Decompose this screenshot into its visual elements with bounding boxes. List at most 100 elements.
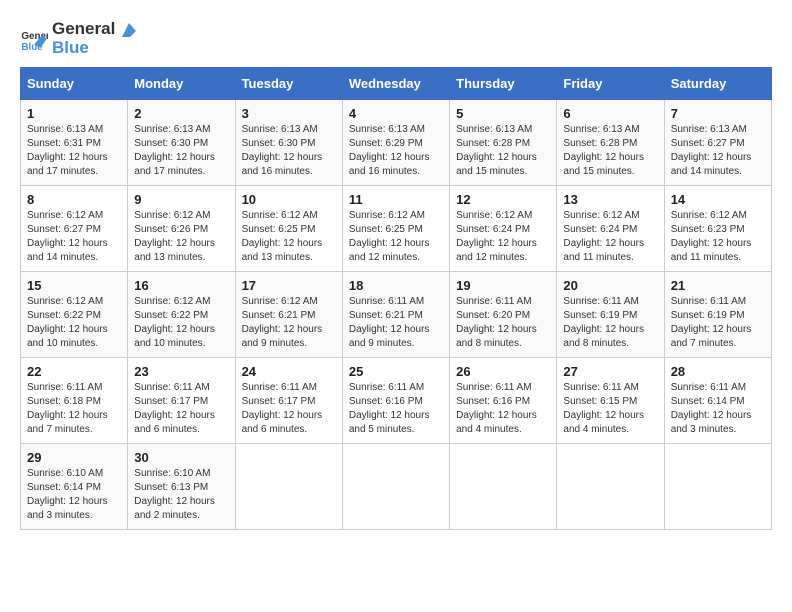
calendar-day-18: 18 Sunrise: 6:11 AMSunset: 6:21 PMDayligh… — [342, 272, 449, 358]
day-info: Sunrise: 6:12 AMSunset: 6:23 PMDaylight:… — [671, 210, 752, 263]
day-number: 5 — [456, 106, 550, 121]
day-info: Sunrise: 6:12 AMSunset: 6:25 PMDaylight:… — [242, 210, 323, 263]
col-saturday: Saturday — [664, 68, 771, 100]
day-info: Sunrise: 6:13 AMSunset: 6:28 PMDaylight:… — [563, 124, 644, 177]
day-info: Sunrise: 6:10 AMSunset: 6:13 PMDaylight:… — [134, 468, 215, 521]
day-number: 11 — [349, 192, 443, 207]
day-number: 13 — [563, 192, 657, 207]
day-number: 9 — [134, 192, 228, 207]
day-number: 24 — [242, 364, 336, 379]
calendar-table: Sunday Monday Tuesday Wednesday Thursday… — [20, 67, 772, 530]
calendar-week-5: 29 Sunrise: 6:10 AMSunset: 6:14 PMDayligh… — [21, 444, 772, 530]
calendar-day-16: 16Sunrise: 6:12 AMSunset: 6:22 PMDayligh… — [128, 272, 235, 358]
calendar-day-12: 12 Sunrise: 6:12 AMSunset: 6:24 PMDayligh… — [450, 186, 557, 272]
calendar-day-14: 14 Sunrise: 6:12 AMSunset: 6:23 PMDayligh… — [664, 186, 771, 272]
logo: General Blue General Blue — [20, 20, 138, 57]
day-number: 8 — [27, 192, 121, 207]
day-number: 19 — [456, 278, 550, 293]
calendar-day-19: 19 Sunrise: 6:11 AMSunset: 6:20 PMDayligh… — [450, 272, 557, 358]
col-monday: Monday — [128, 68, 235, 100]
col-tuesday: Tuesday — [235, 68, 342, 100]
calendar-empty — [450, 444, 557, 530]
day-info: Sunrise: 6:11 AMSunset: 6:20 PMDaylight:… — [456, 296, 537, 349]
calendar-empty — [342, 444, 449, 530]
calendar-day-9: 9Sunrise: 6:12 AMSunset: 6:26 PMDaylight… — [128, 186, 235, 272]
calendar-empty — [664, 444, 771, 530]
day-info: Sunrise: 6:12 AMSunset: 6:24 PMDaylight:… — [563, 210, 644, 263]
day-number: 22 — [27, 364, 121, 379]
day-number: 6 — [563, 106, 657, 121]
day-info: Sunrise: 6:11 AMSunset: 6:18 PMDaylight:… — [27, 382, 108, 435]
calendar-day-13: 13 Sunrise: 6:12 AMSunset: 6:24 PMDayligh… — [557, 186, 664, 272]
day-number: 25 — [349, 364, 443, 379]
svg-text:Blue: Blue — [21, 42, 43, 53]
calendar-week-2: 8 Sunrise: 6:12 AMSunset: 6:27 PMDaylight… — [21, 186, 772, 272]
calendar-day-4: 4Sunrise: 6:13 AMSunset: 6:29 PMDaylight… — [342, 100, 449, 186]
calendar-day-5: 5 Sunrise: 6:13 AMSunset: 6:28 PMDaylight… — [450, 100, 557, 186]
calendar-day-20: 20 Sunrise: 6:11 AMSunset: 6:19 PMDayligh… — [557, 272, 664, 358]
calendar-week-4: 22 Sunrise: 6:11 AMSunset: 6:18 PMDayligh… — [21, 358, 772, 444]
logo-wordmark: General Blue — [52, 20, 138, 57]
calendar-day-21: 21Sunrise: 6:11 AMSunset: 6:19 PMDayligh… — [664, 272, 771, 358]
day-number: 20 — [563, 278, 657, 293]
day-info: Sunrise: 6:11 AMSunset: 6:17 PMDaylight:… — [242, 382, 323, 435]
day-number: 1 — [27, 106, 121, 121]
day-number: 28 — [671, 364, 765, 379]
day-info: Sunrise: 6:11 AMSunset: 6:17 PMDaylight:… — [134, 382, 215, 435]
day-info: Sunrise: 6:11 AMSunset: 6:15 PMDaylight:… — [563, 382, 644, 435]
day-number: 17 — [242, 278, 336, 293]
day-info: Sunrise: 6:13 AMSunset: 6:29 PMDaylight:… — [349, 124, 430, 177]
day-number: 16 — [134, 278, 228, 293]
day-number: 23 — [134, 364, 228, 379]
calendar-day-11: 11 Sunrise: 6:12 AMSunset: 6:25 PMDayligh… — [342, 186, 449, 272]
header-row: Sunday Monday Tuesday Wednesday Thursday… — [21, 68, 772, 100]
calendar-day-26: 26 Sunrise: 6:11 AMSunset: 6:16 PMDayligh… — [450, 358, 557, 444]
day-info: Sunrise: 6:11 AMSunset: 6:19 PMDaylight:… — [671, 296, 752, 349]
day-number: 26 — [456, 364, 550, 379]
calendar-body: 1Sunrise: 6:13 AMSunset: 6:31 PMDaylight… — [21, 100, 772, 530]
calendar-day-24: 24 Sunrise: 6:11 AMSunset: 6:17 PMDayligh… — [235, 358, 342, 444]
day-info: Sunrise: 6:13 AMSunset: 6:27 PMDaylight:… — [671, 124, 752, 177]
calendar-day-29: 29 Sunrise: 6:10 AMSunset: 6:14 PMDayligh… — [21, 444, 128, 530]
calendar-day-22: 22 Sunrise: 6:11 AMSunset: 6:18 PMDayligh… — [21, 358, 128, 444]
calendar-day-6: 6 Sunrise: 6:13 AMSunset: 6:28 PMDaylight… — [557, 100, 664, 186]
calendar-week-3: 15 Sunrise: 6:12 AMSunset: 6:22 PMDayligh… — [21, 272, 772, 358]
day-info: Sunrise: 6:11 AMSunset: 6:19 PMDaylight:… — [563, 296, 644, 349]
day-info: Sunrise: 6:11 AMSunset: 6:21 PMDaylight:… — [349, 296, 430, 349]
calendar-day-28: 28Sunrise: 6:11 AMSunset: 6:14 PMDayligh… — [664, 358, 771, 444]
header: General Blue General Blue — [20, 20, 772, 57]
calendar-day-27: 27Sunrise: 6:11 AMSunset: 6:15 PMDayligh… — [557, 358, 664, 444]
day-number: 14 — [671, 192, 765, 207]
calendar-day-25: 25 Sunrise: 6:11 AMSunset: 6:16 PMDayligh… — [342, 358, 449, 444]
day-info: Sunrise: 6:12 AMSunset: 6:22 PMDaylight:… — [27, 296, 108, 349]
calendar-empty — [235, 444, 342, 530]
calendar-day-30: 30Sunrise: 6:10 AMSunset: 6:13 PMDayligh… — [128, 444, 235, 530]
calendar-header: Sunday Monday Tuesday Wednesday Thursday… — [21, 68, 772, 100]
day-info: Sunrise: 6:12 AMSunset: 6:24 PMDaylight:… — [456, 210, 537, 263]
day-number: 3 — [242, 106, 336, 121]
day-info: Sunrise: 6:12 AMSunset: 6:25 PMDaylight:… — [349, 210, 430, 263]
col-friday: Friday — [557, 68, 664, 100]
day-number: 29 — [27, 450, 121, 465]
day-number: 18 — [349, 278, 443, 293]
day-number: 15 — [27, 278, 121, 293]
day-number: 7 — [671, 106, 765, 121]
day-info: Sunrise: 6:11 AMSunset: 6:16 PMDaylight:… — [349, 382, 430, 435]
calendar-day-8: 8 Sunrise: 6:12 AMSunset: 6:27 PMDaylight… — [21, 186, 128, 272]
day-info: Sunrise: 6:13 AMSunset: 6:30 PMDaylight:… — [242, 124, 323, 177]
calendar-day-7: 7 Sunrise: 6:13 AMSunset: 6:27 PMDaylight… — [664, 100, 771, 186]
day-number: 10 — [242, 192, 336, 207]
calendar-day-23: 23 Sunrise: 6:11 AMSunset: 6:17 PMDayligh… — [128, 358, 235, 444]
calendar-day-1: 1Sunrise: 6:13 AMSunset: 6:31 PMDaylight… — [21, 100, 128, 186]
calendar-week-1: 1Sunrise: 6:13 AMSunset: 6:31 PMDaylight… — [21, 100, 772, 186]
day-info: Sunrise: 6:11 AMSunset: 6:16 PMDaylight:… — [456, 382, 537, 435]
col-wednesday: Wednesday — [342, 68, 449, 100]
day-info: Sunrise: 6:12 AMSunset: 6:21 PMDaylight:… — [242, 296, 323, 349]
day-info: Sunrise: 6:13 AMSunset: 6:30 PMDaylight:… — [134, 124, 215, 177]
day-info: Sunrise: 6:10 AMSunset: 6:14 PMDaylight:… — [27, 468, 108, 521]
calendar-empty — [557, 444, 664, 530]
day-info: Sunrise: 6:12 AMSunset: 6:27 PMDaylight:… — [27, 210, 108, 263]
day-number: 12 — [456, 192, 550, 207]
calendar-day-10: 10 Sunrise: 6:12 AMSunset: 6:25 PMDayligh… — [235, 186, 342, 272]
day-info: Sunrise: 6:13 AMSunset: 6:28 PMDaylight:… — [456, 124, 537, 177]
